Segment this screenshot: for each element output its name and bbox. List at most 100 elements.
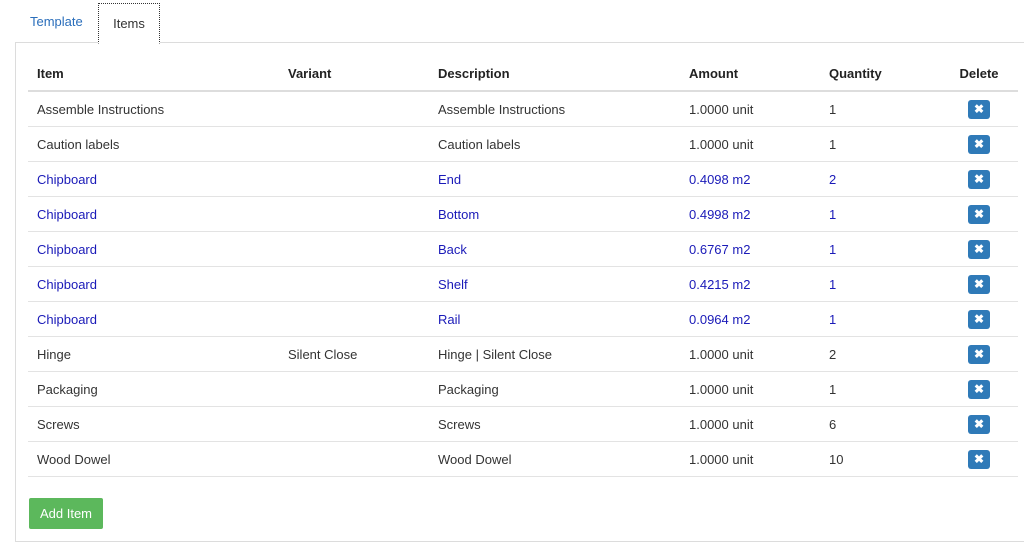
table-row: Wood Dowel Wood Dowel 1.0000 unit 10 ✖ <box>28 441 1018 477</box>
cell-amount: 1.0000 unit <box>680 441 820 477</box>
cell-delete: ✖ <box>940 266 1018 302</box>
close-icon: ✖ <box>973 346 985 361</box>
cell-variant <box>279 301 429 337</box>
cell-variant <box>279 126 429 162</box>
delete-button[interactable]: ✖ <box>968 344 990 364</box>
table-row: Caution labels Caution labels 1.0000 uni… <box>28 126 1018 162</box>
cell-variant <box>279 441 429 477</box>
cell-delete: ✖ <box>940 371 1018 407</box>
cell-amount: 1.0000 unit <box>680 126 820 162</box>
cell-description: Assemble Instructions <box>429 91 680 127</box>
close-icon: ✖ <box>973 136 985 151</box>
cell-quantity: 6 <box>820 406 940 442</box>
cell-quantity: 1 <box>820 126 940 162</box>
cell-item: Packaging <box>28 371 279 407</box>
delete-button[interactable]: ✖ <box>968 274 990 294</box>
table-row: Packaging Packaging 1.0000 unit 1 ✖ <box>28 371 1018 407</box>
cell-delete: ✖ <box>940 441 1018 477</box>
add-item-button[interactable]: Add Item <box>29 498 103 529</box>
table-row[interactable]: Chipboard Shelf 0.4215 m2 1 ✖ <box>28 266 1018 302</box>
delete-button[interactable]: ✖ <box>968 414 990 434</box>
cell-quantity: 10 <box>820 441 940 477</box>
delete-button[interactable]: ✖ <box>968 239 990 259</box>
cell-delete: ✖ <box>940 406 1018 442</box>
cell-quantity[interactable]: 2 <box>820 161 940 197</box>
cell-amount: 1.0000 unit <box>680 91 820 127</box>
cell-item[interactable]: Chipboard <box>28 161 279 197</box>
cell-amount[interactable]: 0.4215 m2 <box>680 266 820 302</box>
cell-item[interactable]: Chipboard <box>28 196 279 232</box>
close-icon: ✖ <box>973 451 985 466</box>
delete-button[interactable]: ✖ <box>968 169 990 189</box>
cell-item[interactable]: Chipboard <box>28 301 279 337</box>
header-amount: Amount <box>680 56 820 92</box>
cell-description[interactable]: Shelf <box>429 266 680 302</box>
cell-variant <box>279 266 429 302</box>
cell-item[interactable]: Chipboard <box>28 231 279 267</box>
delete-button[interactable]: ✖ <box>968 449 990 469</box>
close-icon: ✖ <box>973 416 985 431</box>
delete-button[interactable]: ✖ <box>968 204 990 224</box>
tab-template[interactable]: Template <box>16 2 97 42</box>
cell-delete: ✖ <box>940 301 1018 337</box>
cell-variant <box>279 371 429 407</box>
header-quantity: Quantity <box>820 56 940 92</box>
delete-button[interactable]: ✖ <box>968 309 990 329</box>
cell-quantity[interactable]: 1 <box>820 301 940 337</box>
table-row[interactable]: Chipboard Rail 0.0964 m2 1 ✖ <box>28 301 1018 337</box>
table-row[interactable]: Chipboard Bottom 0.4998 m2 1 ✖ <box>28 196 1018 232</box>
close-icon: ✖ <box>973 311 985 326</box>
table-row[interactable]: Chipboard End 0.4098 m2 2 ✖ <box>28 161 1018 197</box>
cell-amount: 1.0000 unit <box>680 371 820 407</box>
cell-item: Screws <box>28 406 279 442</box>
cell-item[interactable]: Chipboard <box>28 266 279 302</box>
cell-delete: ✖ <box>940 91 1018 127</box>
tab-items[interactable]: Items <box>98 3 160 44</box>
cell-delete: ✖ <box>940 161 1018 197</box>
cell-amount[interactable]: 0.4098 m2 <box>680 161 820 197</box>
cell-item: Assemble Instructions <box>28 91 279 127</box>
cell-quantity[interactable]: 1 <box>820 266 940 302</box>
cell-item: Hinge <box>28 336 279 372</box>
close-icon: ✖ <box>973 381 985 396</box>
cell-amount[interactable]: 0.0964 m2 <box>680 301 820 337</box>
close-icon: ✖ <box>973 276 985 291</box>
header-description: Description <box>429 56 680 92</box>
cell-delete: ✖ <box>940 336 1018 372</box>
items-table: Item Variant Description Amount Quantity… <box>28 56 1018 477</box>
delete-button[interactable]: ✖ <box>968 99 990 119</box>
cell-variant <box>279 161 429 197</box>
delete-button[interactable]: ✖ <box>968 379 990 399</box>
cell-variant <box>279 231 429 267</box>
cell-description: Hinge | Silent Close <box>429 336 680 372</box>
cell-amount[interactable]: 0.6767 m2 <box>680 231 820 267</box>
header-delete: Delete <box>940 56 1018 92</box>
cell-delete: ✖ <box>940 231 1018 267</box>
cell-quantity: 1 <box>820 91 940 127</box>
cell-quantity[interactable]: 1 <box>820 231 940 267</box>
table-row: Assemble Instructions Assemble Instructi… <box>28 91 1018 127</box>
cell-quantity: 2 <box>820 336 940 372</box>
cell-delete: ✖ <box>940 126 1018 162</box>
cell-variant <box>279 406 429 442</box>
delete-button[interactable]: ✖ <box>968 134 990 154</box>
header-variant: Variant <box>279 56 429 92</box>
cell-amount[interactable]: 0.4998 m2 <box>680 196 820 232</box>
cell-description: Packaging <box>429 371 680 407</box>
cell-description[interactable]: Bottom <box>429 196 680 232</box>
cell-delete: ✖ <box>940 196 1018 232</box>
cell-item: Caution labels <box>28 126 279 162</box>
table-header-row: Item Variant Description Amount Quantity… <box>28 56 1018 92</box>
cell-variant <box>279 91 429 127</box>
cell-description[interactable]: Rail <box>429 301 680 337</box>
header-item: Item <box>28 56 279 92</box>
table-row: Hinge Silent Close Hinge | Silent Close … <box>28 336 1018 372</box>
items-table-body: Assemble Instructions Assemble Instructi… <box>28 91 1018 477</box>
cell-description[interactable]: Back <box>429 231 680 267</box>
table-row[interactable]: Chipboard Back 0.6767 m2 1 ✖ <box>28 231 1018 267</box>
close-icon: ✖ <box>973 171 985 186</box>
cell-variant: Silent Close <box>279 336 429 372</box>
cell-description[interactable]: End <box>429 161 680 197</box>
cell-description: Wood Dowel <box>429 441 680 477</box>
cell-quantity[interactable]: 1 <box>820 196 940 232</box>
